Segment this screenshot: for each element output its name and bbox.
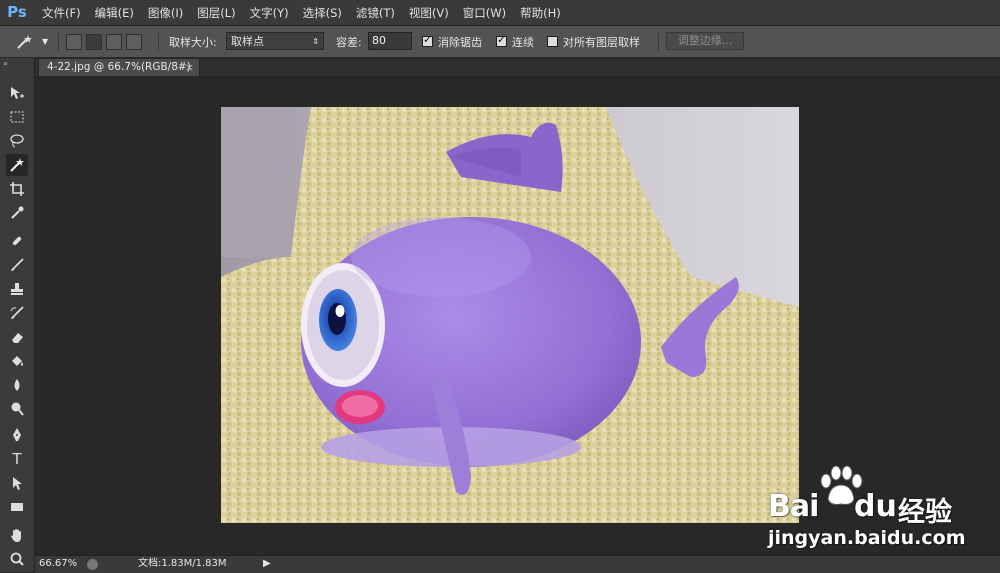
clone-stamp-icon[interactable] xyxy=(6,278,28,300)
hand-icon[interactable] xyxy=(6,524,28,546)
menu-type[interactable]: 文字(Y) xyxy=(250,5,289,21)
watermark-brand-du: du xyxy=(854,489,897,524)
menu-select[interactable]: 选择(S) xyxy=(303,5,342,21)
menu-help[interactable]: 帮助(H) xyxy=(520,5,561,21)
subtract-from-selection-button[interactable] xyxy=(106,33,122,50)
document-profile-icon[interactable] xyxy=(87,559,98,570)
watermark-jingyan: 经验 xyxy=(898,497,952,528)
document-tab-title: 4-22.jpg @ 66.7%(RGB/8#) xyxy=(47,61,191,73)
updown-arrow-icon: ⇕ xyxy=(312,37,319,46)
photoshop-logo: Ps xyxy=(7,3,27,21)
refine-edge-button[interactable]: 调整边缘... xyxy=(666,32,744,50)
antialias-checkbox[interactable] xyxy=(422,33,433,47)
chevron-down-icon: ▼ xyxy=(42,37,49,46)
blur-icon[interactable] xyxy=(6,374,28,396)
all-layers-option[interactable]: 对所有图层取样 xyxy=(547,26,640,57)
all-layers-checkbox[interactable] xyxy=(547,36,558,47)
history-brush-icon[interactable] xyxy=(6,302,28,324)
sample-size-label: 取样大小: xyxy=(169,35,217,49)
magic-wand-icon xyxy=(17,34,32,49)
menu-layer[interactable]: 图层(L) xyxy=(197,5,235,21)
zoom-level[interactable]: 66.67% xyxy=(39,556,77,572)
document-tab[interactable]: 4-22.jpg @ 66.7%(RGB/8#) × xyxy=(38,58,200,76)
menu-window[interactable]: 窗口(W) xyxy=(463,5,506,21)
document-canvas[interactable] xyxy=(221,107,799,523)
paint-bucket-icon[interactable] xyxy=(6,350,28,372)
tolerance-input[interactable]: 80 xyxy=(368,32,412,50)
lasso-icon[interactable] xyxy=(6,130,28,152)
selection-mode-group xyxy=(66,26,146,57)
type-icon[interactable]: T xyxy=(6,448,28,470)
tools-panel: » T xyxy=(0,58,35,572)
options-bar: ▼ 取样大小: 取样点 ⇕ 容差: 80 消除锯齿 连续 对所有图层取样 调整边… xyxy=(0,26,1000,58)
zoom-icon[interactable] xyxy=(6,548,28,570)
watermark-brand: Bai xyxy=(768,489,819,524)
new-selection-button[interactable] xyxy=(66,33,82,50)
add-to-selection-button[interactable] xyxy=(86,33,102,50)
menu-bar: Ps 文件(F) 编辑(E) 图像(I) 图层(L) 文字(Y) 选择(S) 滤… xyxy=(0,0,1000,26)
menu-filter[interactable]: 滤镜(T) xyxy=(356,5,395,21)
menu-view[interactable]: 视图(V) xyxy=(409,5,449,21)
brush-icon[interactable] xyxy=(6,254,28,276)
antialias-label: 消除锯齿 xyxy=(438,35,482,49)
intersect-selection-button[interactable] xyxy=(126,33,142,50)
path-selection-icon[interactable] xyxy=(6,472,28,494)
menu-edit[interactable]: 编辑(E) xyxy=(95,5,134,21)
all-layers-label: 对所有图层取样 xyxy=(563,35,640,49)
dodge-icon[interactable] xyxy=(6,398,28,420)
eyedropper-icon[interactable] xyxy=(6,202,28,224)
antialias-option[interactable]: 消除锯齿 xyxy=(422,26,482,57)
main-menu: 文件(F) 编辑(E) 图像(I) 图层(L) 文字(Y) 选择(S) 滤镜(T… xyxy=(42,0,575,25)
divider xyxy=(58,33,59,51)
healing-brush-icon[interactable] xyxy=(6,230,28,252)
pen-icon[interactable] xyxy=(6,424,28,446)
tolerance-label: 容差: xyxy=(336,35,362,49)
rectangle-icon[interactable] xyxy=(6,496,28,518)
tool-preset-picker[interactable]: ▼ xyxy=(14,26,48,57)
contiguous-label: 连续 xyxy=(512,35,534,49)
eraser-icon[interactable] xyxy=(6,326,28,348)
photo-purple-whale-toy xyxy=(221,107,799,523)
marquee-icon[interactable] xyxy=(6,106,28,128)
move-icon[interactable] xyxy=(6,82,28,104)
menu-file[interactable]: 文件(F) xyxy=(42,5,81,21)
document-tab-bar: 4-22.jpg @ 66.7%(RGB/8#) × xyxy=(35,58,1000,76)
contiguous-checkbox[interactable] xyxy=(496,33,507,47)
baidu-jingyan-watermark: Bai du 经验 jingyan.baidu.com xyxy=(768,463,968,558)
magic-wand-icon[interactable] xyxy=(6,154,28,176)
sample-size-value: 取样点 xyxy=(231,35,264,48)
watermark-url: jingyan.baidu.com xyxy=(768,527,966,549)
contiguous-option[interactable]: 连续 xyxy=(496,26,534,57)
status-menu-arrow[interactable]: ▶ xyxy=(263,556,271,572)
crop-icon[interactable] xyxy=(6,178,28,200)
close-icon[interactable]: × xyxy=(185,59,194,76)
sample-size-dropdown[interactable]: 取样点 ⇕ xyxy=(226,32,324,50)
divider xyxy=(658,33,659,51)
panel-collapse-icon[interactable]: » xyxy=(3,59,8,68)
divider xyxy=(158,33,159,51)
document-info: 文档:1.83M/1.83M xyxy=(138,558,227,569)
menu-image[interactable]: 图像(I) xyxy=(148,5,183,21)
